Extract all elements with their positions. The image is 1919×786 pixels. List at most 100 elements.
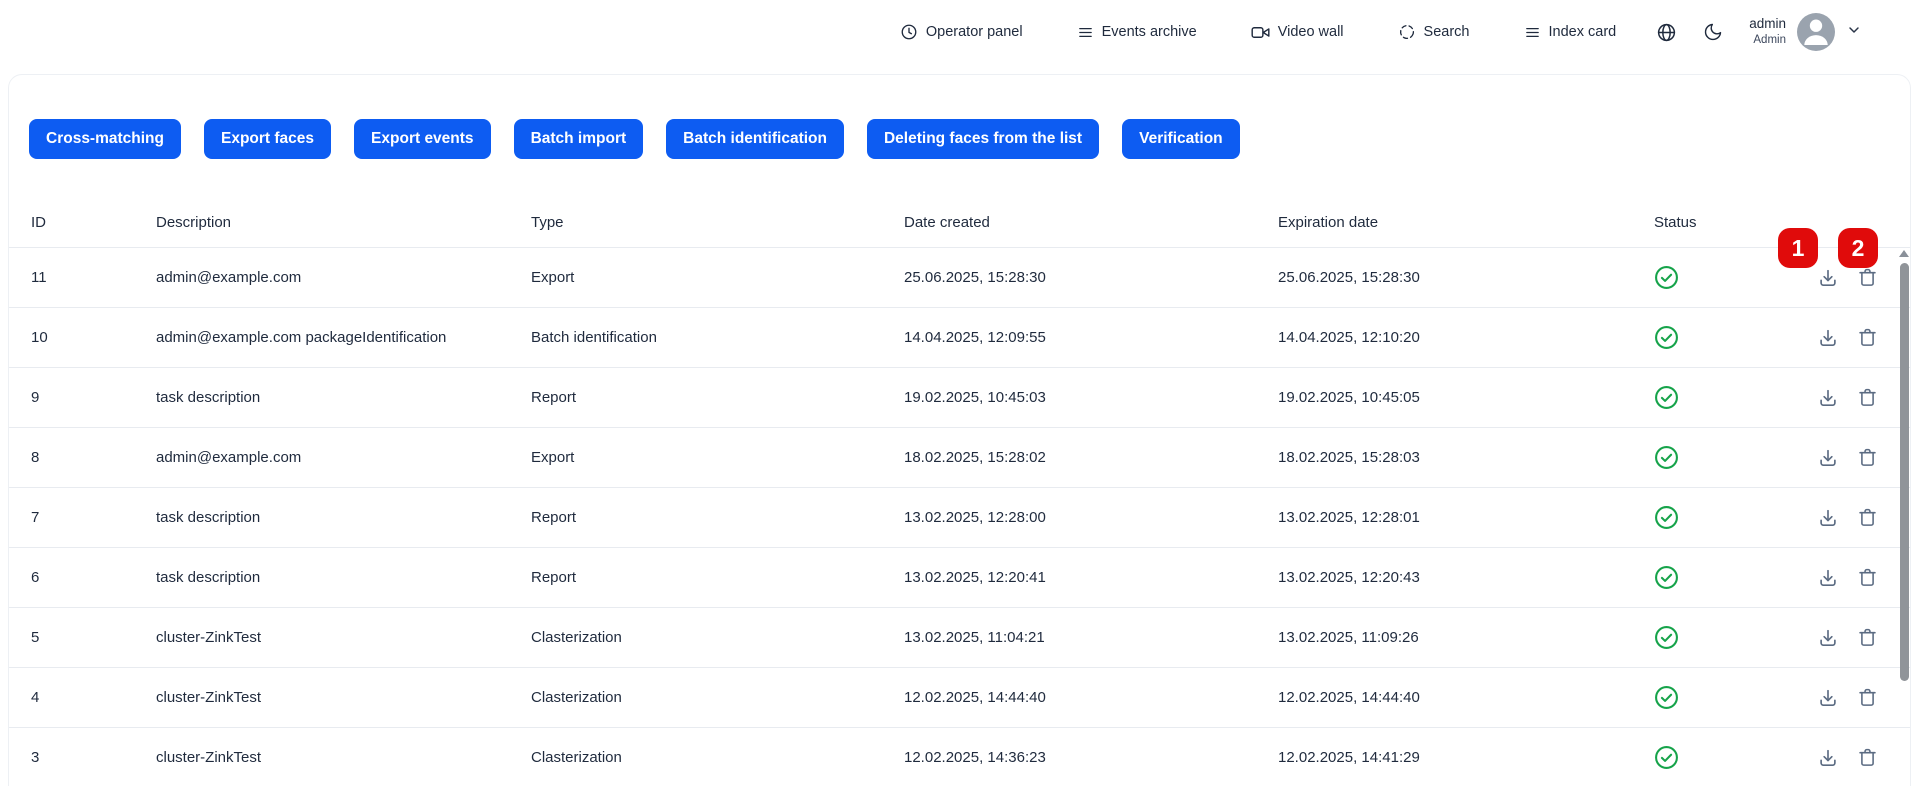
- theme-toggle-button[interactable]: [1703, 22, 1723, 42]
- batch-import-button[interactable]: Batch import: [514, 119, 644, 159]
- cell-description: task description: [156, 569, 531, 586]
- avatar[interactable]: [1797, 13, 1835, 51]
- cell-type: Clasterization: [531, 689, 904, 706]
- export-faces-button[interactable]: Export faces: [204, 119, 331, 159]
- clock-icon: [900, 23, 918, 41]
- nav-item-label: Events archive: [1102, 24, 1197, 40]
- trash-button[interactable]: [1857, 567, 1878, 588]
- cell-actions: [1774, 447, 1888, 469]
- table-row-7: 7task descriptionReport13.02.2025, 12:28…: [9, 487, 1910, 547]
- cell-expiration-date: 13.02.2025, 12:20:43: [1278, 569, 1654, 586]
- user-menu[interactable]: admin Admin: [1749, 13, 1862, 51]
- batch-identification-button[interactable]: Batch identification: [666, 119, 844, 159]
- status-success-icon: [1654, 505, 1679, 530]
- trash-button[interactable]: [1857, 507, 1878, 528]
- cell-type: Report: [531, 389, 904, 406]
- language-globe-button[interactable]: [1656, 22, 1677, 43]
- cell-description: task description: [156, 509, 531, 526]
- cell-expiration-date: 12.02.2025, 14:44:40: [1278, 689, 1654, 706]
- cell-expiration-date: 13.02.2025, 11:09:26: [1278, 629, 1654, 646]
- cell-status: [1654, 745, 1774, 770]
- cell-type: Export: [531, 449, 904, 466]
- nav-item-index-card[interactable]: Index card: [1524, 24, 1617, 41]
- cell-status: [1654, 625, 1774, 650]
- column-header-description: Description: [156, 214, 531, 231]
- nav-item-video-wall[interactable]: Video wall: [1251, 23, 1344, 42]
- cell-date-created: 19.02.2025, 10:45:03: [904, 389, 1278, 406]
- cell-expiration-date: 25.06.2025, 15:28:30: [1278, 269, 1654, 286]
- cross-matching-button[interactable]: Cross-matching: [29, 119, 181, 159]
- cell-description: cluster-ZinkTest: [156, 689, 531, 706]
- export-events-button[interactable]: Export events: [354, 119, 491, 159]
- cell-date-created: 13.02.2025, 12:28:00: [904, 509, 1278, 526]
- trash-button[interactable]: [1857, 447, 1878, 468]
- nav-item-search[interactable]: Search: [1398, 23, 1470, 41]
- cell-status: [1654, 445, 1774, 470]
- user-role: Admin: [1749, 33, 1786, 47]
- download-button[interactable]: [1817, 327, 1839, 349]
- trash-button[interactable]: [1857, 387, 1878, 408]
- cell-date-created: 13.02.2025, 11:04:21: [904, 629, 1278, 646]
- download-icon: [1817, 447, 1839, 469]
- cell-id: 5: [31, 629, 156, 646]
- nav-item-label: Search: [1424, 24, 1470, 40]
- cell-date-created: 13.02.2025, 12:20:41: [904, 569, 1278, 586]
- trash-button[interactable]: [1857, 747, 1878, 768]
- status-success-icon: [1654, 745, 1679, 770]
- download-button[interactable]: [1817, 387, 1839, 409]
- video-icon: [1251, 23, 1270, 42]
- radar-icon: [1398, 23, 1416, 41]
- trash-button[interactable]: [1857, 627, 1878, 648]
- nav-item-operator-panel[interactable]: Operator panel: [900, 23, 1023, 41]
- column-header-type: Type: [531, 214, 904, 231]
- table-row-10: 10admin@example.com packageIdentificatio…: [9, 307, 1910, 367]
- cell-id: 3: [31, 749, 156, 766]
- scrollbar-up-arrow-icon[interactable]: [1899, 250, 1909, 257]
- status-success-icon: [1654, 265, 1679, 290]
- cell-actions: [1774, 327, 1888, 349]
- cell-description: cluster-ZinkTest: [156, 629, 531, 646]
- trash-button[interactable]: [1857, 267, 1878, 288]
- cell-actions: [1774, 507, 1888, 529]
- trash-icon: [1857, 267, 1878, 288]
- nav-item-label: Video wall: [1278, 24, 1344, 40]
- download-button[interactable]: [1817, 447, 1839, 469]
- table-row-4: 4cluster-ZinkTestClasterization12.02.202…: [9, 667, 1910, 727]
- column-header-date-created: Date created: [904, 214, 1278, 231]
- cell-date-created: 25.06.2025, 15:28:30: [904, 269, 1278, 286]
- download-button[interactable]: [1817, 267, 1839, 289]
- column-header-id: ID: [31, 214, 156, 231]
- chevron-down-icon[interactable]: [1846, 22, 1862, 43]
- download-button[interactable]: [1817, 687, 1839, 709]
- cell-description: cluster-ZinkTest: [156, 749, 531, 766]
- cell-id: 8: [31, 449, 156, 466]
- scrollbar[interactable]: [1898, 250, 1910, 786]
- table-row-6: 6task descriptionReport13.02.2025, 12:20…: [9, 547, 1910, 607]
- cell-id: 6: [31, 569, 156, 586]
- trash-icon: [1857, 687, 1878, 708]
- download-button[interactable]: [1817, 567, 1839, 589]
- user-text: admin Admin: [1749, 16, 1786, 47]
- trash-button[interactable]: [1857, 327, 1878, 348]
- cell-expiration-date: 18.02.2025, 15:28:03: [1278, 449, 1654, 466]
- cell-description: task description: [156, 389, 531, 406]
- download-button[interactable]: [1817, 747, 1839, 769]
- deleting-faces-from-the-list-button[interactable]: Deleting faces from the list: [867, 119, 1099, 159]
- trash-button[interactable]: [1857, 687, 1878, 708]
- download-icon: [1817, 507, 1839, 529]
- scrollbar-thumb[interactable]: [1900, 263, 1909, 681]
- trash-icon: [1857, 327, 1878, 348]
- status-success-icon: [1654, 385, 1679, 410]
- list-icon: [1524, 24, 1541, 41]
- table-row-8: 8admin@example.comExport18.02.2025, 15:2…: [9, 427, 1910, 487]
- table-row-3: 3cluster-ZinkTestClasterization12.02.202…: [9, 727, 1910, 786]
- verification-button[interactable]: Verification: [1122, 119, 1240, 159]
- download-icon: [1817, 747, 1839, 769]
- globe-icon: [1656, 22, 1677, 43]
- cell-status: [1654, 265, 1774, 290]
- download-button[interactable]: [1817, 507, 1839, 529]
- download-button[interactable]: [1817, 627, 1839, 649]
- nav-item-events-archive[interactable]: Events archive: [1077, 24, 1197, 41]
- cell-status: [1654, 565, 1774, 590]
- download-icon: [1817, 267, 1839, 289]
